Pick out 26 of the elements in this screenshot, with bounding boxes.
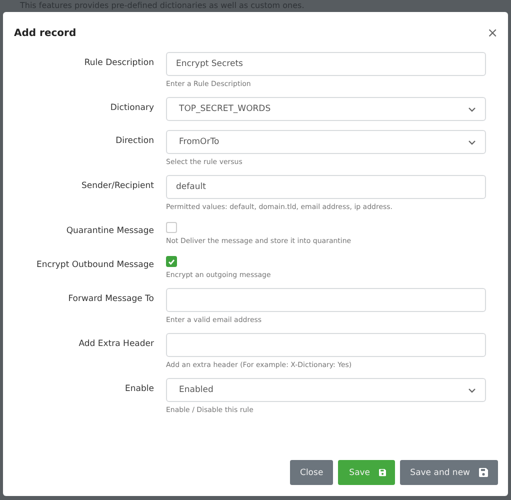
field-label: Sender/Recipient — [80, 180, 155, 193]
field-label: Enable — [124, 383, 155, 396]
dropdown-field[interactable]: FromOrTo — [166, 130, 486, 154]
field-label: Forward Message To — [67, 293, 155, 306]
chevron-icon — [468, 388, 476, 392]
field-label: Direction — [114, 135, 155, 148]
checkmark-icon — [168, 258, 175, 264]
checkbox[interactable] — [166, 256, 177, 267]
field-label: Encrypt Outbound Message — [35, 259, 155, 272]
text-field[interactable] — [166, 333, 486, 357]
field-label: Add Extra Header — [78, 338, 155, 351]
chevron-icon — [468, 140, 476, 144]
dialog-title: Add record — [14, 28, 76, 38]
dialog-button[interactable]: Close — [290, 460, 334, 485]
dropdown-field[interactable]: Enabled — [166, 378, 486, 402]
field-label: Dictionary — [109, 102, 155, 115]
dropdown-field[interactable]: TOP_SECRET_WORDS — [166, 97, 486, 121]
checkbox[interactable] — [166, 222, 177, 233]
field-label: Quarantine Message — [65, 225, 155, 238]
text-field[interactable] — [166, 288, 486, 312]
close-button[interactable]: × — [487, 26, 498, 40]
chevron-icon — [468, 106, 476, 112]
text-field[interactable]: default — [166, 175, 486, 199]
field-label: Rule Description — [83, 57, 155, 70]
text-field[interactable]: Encrypt Secrets — [166, 52, 486, 76]
dialog-button[interactable]: Save and new — [400, 460, 498, 485]
